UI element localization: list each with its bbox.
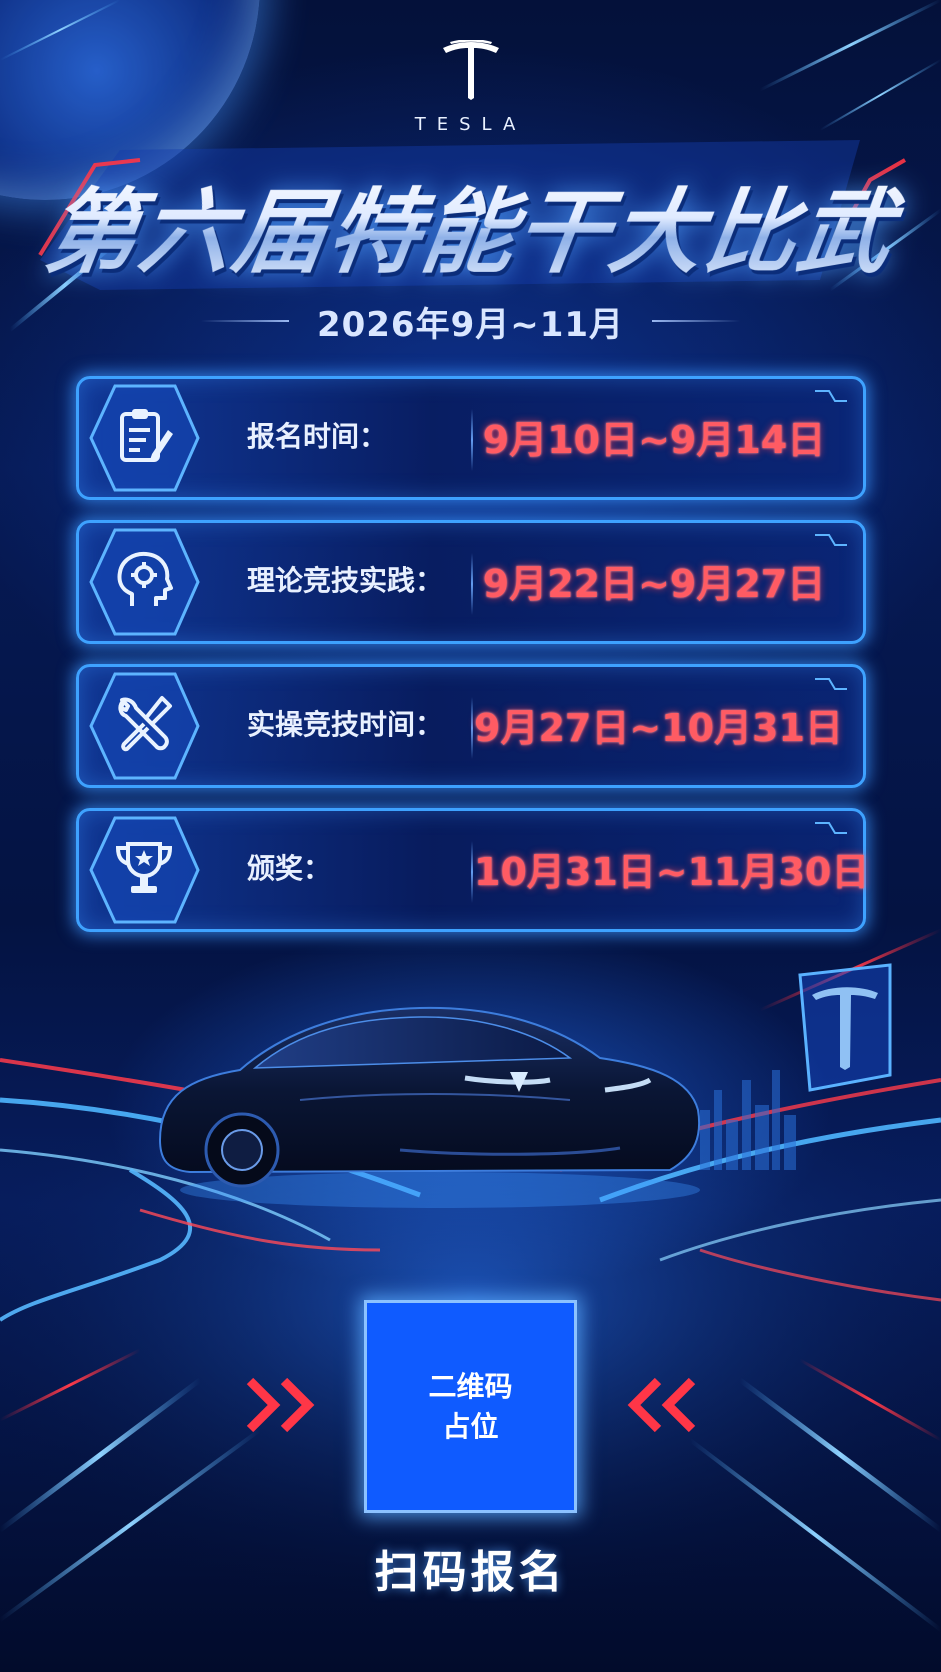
card-divider xyxy=(471,409,473,471)
schedule-label: 实操竞技时间： xyxy=(247,708,444,741)
brand-wordmark: TESLA xyxy=(414,114,527,135)
chevron-right-icon xyxy=(246,1377,315,1433)
clipboard-icon xyxy=(120,409,173,462)
schedule-value: 9月27日~10月31日 xyxy=(474,706,843,750)
schedule-value: 10月31日~11月30日 xyxy=(474,850,870,894)
qr-code-placeholder[interactable]: 二维码 占位 xyxy=(364,1300,577,1513)
card-notch-decoration xyxy=(815,534,847,546)
trophy-icon xyxy=(115,842,173,893)
chevron-left-icon xyxy=(627,1377,696,1433)
page-title: 第六届特能干大比武 xyxy=(0,158,941,291)
date-divider-left xyxy=(200,320,289,322)
schedule-label: 理论竞技实践： xyxy=(247,564,444,597)
schedule-label: 颁奖： xyxy=(247,852,332,885)
tesla-emblem-sign xyxy=(798,963,892,1092)
poster: TESLA 第六届特能干大比武 2026年9月~11月 报名时间： 9月10日~… xyxy=(0,0,941,1672)
car-illustration xyxy=(158,1006,701,1208)
card-divider xyxy=(471,553,473,615)
card-divider xyxy=(471,841,473,903)
date-range: 2026年9月~11月 xyxy=(316,304,625,345)
tesla-t-icon xyxy=(442,40,499,100)
tools-icon xyxy=(118,696,172,752)
schedule-value: 9月10日~9月14日 xyxy=(482,418,826,462)
schedule-card-awards: 颁奖： 10月31日~11月30日 xyxy=(76,808,870,932)
card-notch-decoration xyxy=(815,678,847,690)
schedule-label: 报名时间： xyxy=(247,420,388,453)
schedule-card-practical: 实操竞技时间： 9月27日~10月31日 xyxy=(76,664,866,788)
schedule-card-registration: 报名时间： 9月10日~9月14日 xyxy=(76,376,866,500)
tesla-logo xyxy=(0,40,941,100)
qr-placeholder-line1: 二维码 xyxy=(428,1369,513,1403)
scan-to-register-label: 扫码报名 xyxy=(374,1547,567,1598)
qr-placeholder-line2: 占位 xyxy=(442,1409,499,1443)
date-range-row: 2026年9月~11月 xyxy=(0,296,941,346)
card-notch-decoration xyxy=(815,390,847,402)
card-notch-decoration xyxy=(815,822,847,834)
schedule-card-theory: 理论竞技实践： 9月22日~9月27日 xyxy=(76,520,866,644)
brain-gear-icon xyxy=(117,551,173,606)
date-divider-right xyxy=(652,320,741,322)
schedule-value: 9月22日~9月27日 xyxy=(482,562,826,606)
card-divider xyxy=(471,697,473,759)
